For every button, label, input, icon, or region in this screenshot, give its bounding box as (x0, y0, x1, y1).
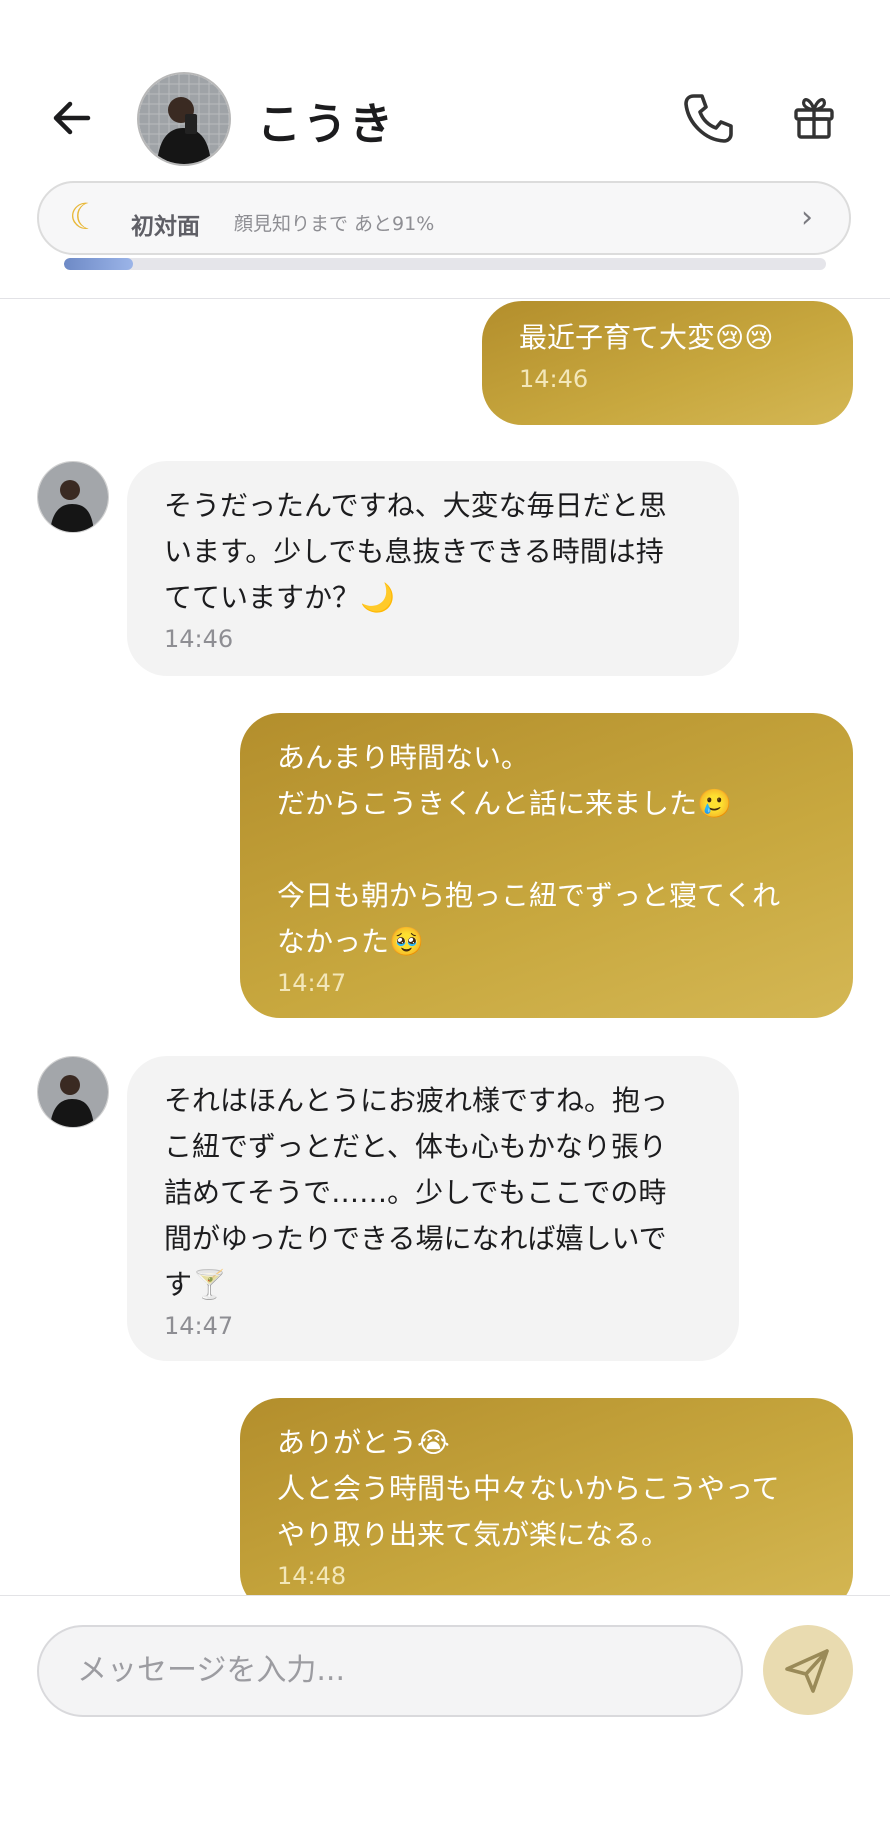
message-text: それはほんとうにお疲れ様ですね。抱っ こ紐でずっとだと、体も心もかなり張り 詰め… (164, 1084, 669, 1301)
message-text: あんまり時間ない。 だからこうきくんと話に来ました🥲 今日も朝から抱っこ紐でずっ… (277, 741, 781, 958)
contact-name: こうき (257, 99, 395, 150)
message-bubble-incoming[interactable]: それはほんとうにお疲れ様ですね。抱っ こ紐でずっとだと、体も心もかなり張り 詰め… (127, 1056, 739, 1361)
avatar[interactable] (137, 72, 231, 166)
relationship-progress (64, 258, 826, 270)
message-bubble-incoming[interactable]: そうだったんですね、大変な毎日だと思 います。少しでも息抜きできる時間は持 てて… (127, 461, 739, 676)
message-time: 14:48 (277, 1562, 347, 1590)
composer: メッセージを入力... (0, 1595, 890, 1841)
send-icon (785, 1649, 829, 1693)
message-bubble-outgoing[interactable]: 最近子育て大変😢😢 14:46 (482, 301, 853, 425)
message-time: 14:46 (519, 365, 589, 393)
avatar[interactable] (37, 461, 109, 533)
message-time: 14:46 (164, 625, 234, 653)
phone-icon[interactable] (680, 90, 736, 146)
send-button[interactable] (763, 1625, 853, 1715)
chat-header: こうき (0, 0, 890, 170)
message-list[interactable]: 最近子育て大変😢😢 14:46 そうだったんですね、大変な毎日だと思 います。少… (0, 299, 890, 1595)
message-time: 14:47 (164, 1312, 234, 1340)
relationship-status-bar[interactable]: ☾ 初対面 顔見知りまで あと91% › (37, 181, 851, 255)
gift-icon[interactable] (790, 94, 838, 142)
message-text: ありがとう😭 人と会う時間も中々ないからこうやって やり取り出来て気が楽になる。 (277, 1426, 780, 1551)
message-bubble-outgoing[interactable]: あんまり時間ない。 だからこうきくんと話に来ました🥲 今日も朝から抱っこ紐でずっ… (240, 713, 853, 1018)
relationship-hint: 顔見知りまで あと91% (234, 213, 435, 235)
chevron-right-icon: › (801, 200, 813, 235)
arrow-left-icon[interactable] (48, 94, 96, 142)
relationship-level: 初対面 (131, 214, 200, 240)
message-time: 14:47 (277, 969, 347, 997)
message-input[interactable]: メッセージを入力... (37, 1625, 743, 1717)
message-text: そうだったんですね、大変な毎日だと思 います。少しでも息抜きできる時間は持 てて… (164, 489, 667, 614)
crescent-moon-icon: ☾ (69, 197, 102, 238)
relationship-progress-fill (64, 258, 133, 270)
message-bubble-outgoing[interactable]: ありがとう😭 人と会う時間も中々ないからこうやって やり取り出来て気が楽になる。… (240, 1398, 853, 1595)
avatar[interactable] (37, 1056, 109, 1128)
message-text: 最近子育て大変😢😢 (519, 321, 774, 354)
